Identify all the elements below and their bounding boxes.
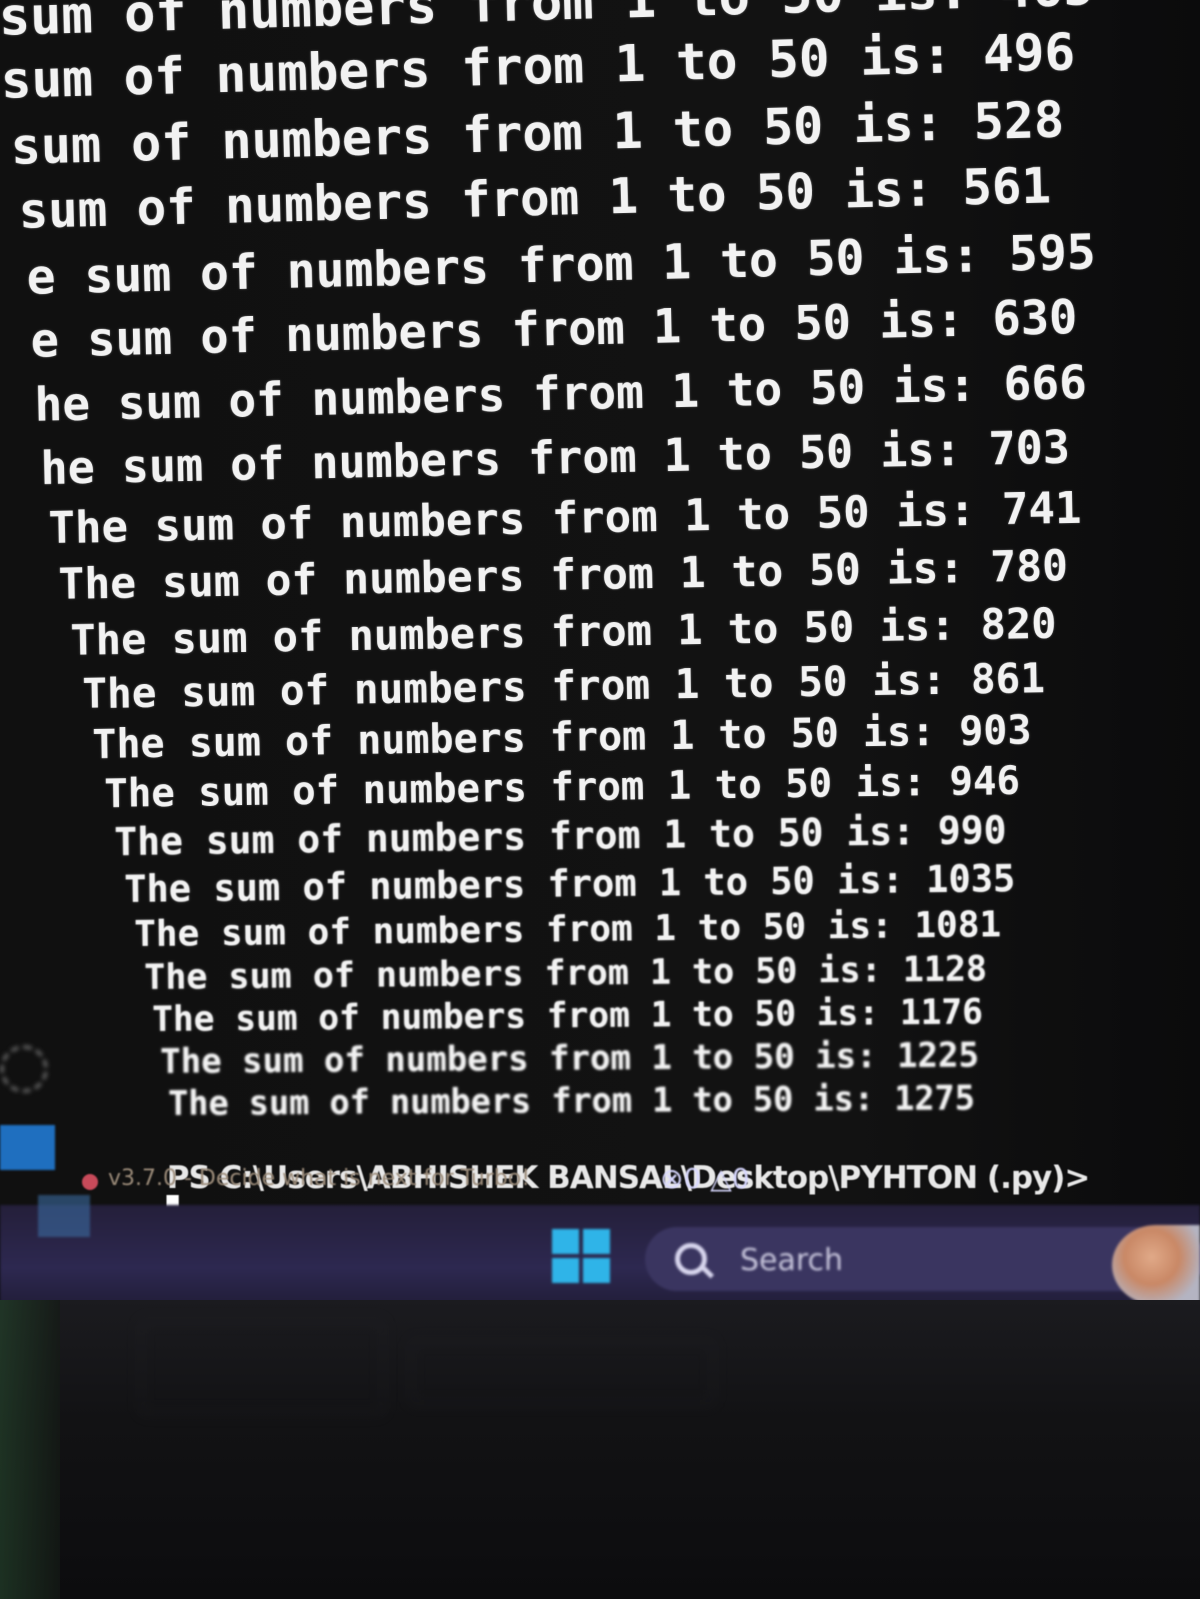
windows-logo-icon xyxy=(552,1229,579,1254)
terminal-output-line: The sum of numbers from 1 to 50 is: 903 xyxy=(92,707,1032,768)
terminal-output-line: The sum of numbers from 1 to 50 is: 1176 xyxy=(152,992,984,1040)
terminal-output-line: The sum of numbers from 1 to 50 is: 1081 xyxy=(134,904,1002,955)
keyboard-blur xyxy=(410,1340,714,1404)
status-message[interactable]: v3.7.0 - Decide what is next for Turbo! xyxy=(108,1166,530,1191)
search-icon xyxy=(675,1243,707,1275)
taskbar-app-icon[interactable] xyxy=(38,1195,90,1237)
remote-indicator-icon[interactable] xyxy=(0,1125,55,1170)
keyboard-blur xyxy=(140,1320,384,1414)
error-count: 0 xyxy=(683,1162,702,1195)
terminal-output-line: The sum of numbers from 1 to 50 is: 1128 xyxy=(144,949,988,998)
terminal-output-line: The sum of numbers from 1 to 50 is: 861 xyxy=(82,654,1046,718)
avatar[interactable] xyxy=(1112,1225,1200,1305)
monitor-bezel xyxy=(0,1300,1200,1599)
terminal-output-line: The sum of numbers from 1 to 50 is: 1225 xyxy=(160,1035,980,1082)
start-button[interactable] xyxy=(552,1229,612,1284)
taskbar: Search xyxy=(0,1195,1200,1310)
terminal-output-line: he sum of numbers from 1 to 50 is: 666 xyxy=(34,355,1088,432)
terminal-output-line: The sum of numbers from 1 to 50 is: 820 xyxy=(70,598,1057,665)
photo-frame: sum of numbers from 1 to 50 is: 465 sum o… xyxy=(0,0,1200,1599)
warning-icon: △ xyxy=(710,1162,732,1195)
terminal-output-line: The sum of numbers from 1 to 50 is: 946 xyxy=(104,758,1021,817)
settings-gear-icon[interactable] xyxy=(0,1045,48,1093)
search-label: Search xyxy=(740,1243,844,1278)
terminal-output-line: The sum of numbers from 1 to 50 is: 1035 xyxy=(124,857,1016,911)
terminal-output-line: The sum of numbers from 1 to 50 is: 1275 xyxy=(168,1078,976,1123)
terminal-output-line: The sum of numbers from 1 to 50 is: 990 xyxy=(114,808,1007,864)
status-dot-icon xyxy=(82,1174,98,1190)
error-icon: ⊗ xyxy=(660,1162,684,1195)
terminal-output-line: The sum of numbers from 1 to 50 is: 780 xyxy=(58,541,1069,610)
background-foliage xyxy=(0,1300,60,1599)
terminal-output-line: he sum of numbers from 1 to 50 is: 703 xyxy=(40,420,1071,495)
warning-count: 0 xyxy=(731,1162,750,1195)
terminal-screen: sum of numbers from 1 to 50 is: 465 sum o… xyxy=(0,0,1200,1215)
terminal-output: sum of numbers from 1 to 50 is: 465 sum o… xyxy=(0,0,1200,1215)
problems-counter[interactable]: ⊗0 △0 xyxy=(660,1162,750,1195)
